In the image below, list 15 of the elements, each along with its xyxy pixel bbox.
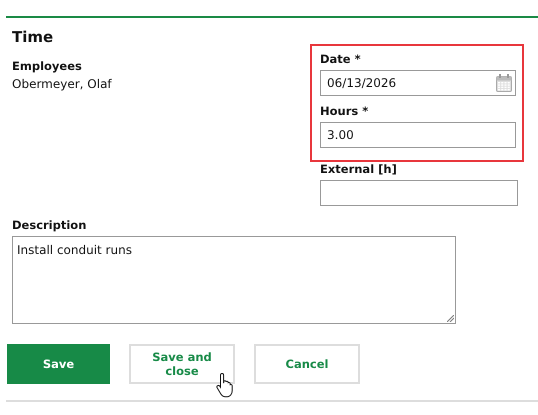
input-field[interactable] xyxy=(320,180,518,206)
action-button[interactable]: Cancel xyxy=(254,344,360,384)
calendar-icon[interactable] xyxy=(496,74,512,92)
field-label: Hours * xyxy=(320,104,370,118)
employees-label: Employees xyxy=(12,59,83,73)
save-button[interactable]: Save xyxy=(7,344,110,384)
description-field[interactable]: Install conduit runs xyxy=(12,236,456,324)
date-field[interactable]: 06/13/2026 xyxy=(320,70,516,96)
field-label: Date * xyxy=(320,52,362,66)
section-title: Time xyxy=(12,28,54,46)
description-label: Description xyxy=(12,218,88,232)
input-field[interactable]: 3.00 xyxy=(320,122,516,148)
employee-name: Obermeyer, Olaf xyxy=(12,77,113,91)
resize-grip-icon[interactable] xyxy=(447,315,454,322)
field-label: External [h] xyxy=(320,162,398,176)
